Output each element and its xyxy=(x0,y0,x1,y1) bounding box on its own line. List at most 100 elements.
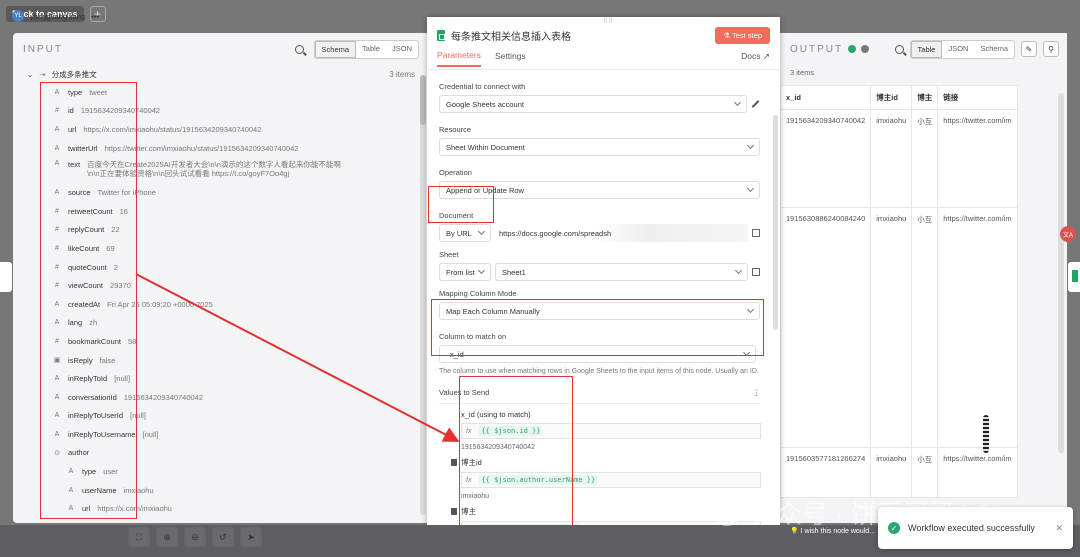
output-view-schema[interactable]: Schema xyxy=(974,41,1014,58)
field-type-icon: A xyxy=(68,468,74,476)
sheet-mode-select[interactable]: From list xyxy=(439,263,491,281)
fit-view-icon[interactable]: ⛶ xyxy=(128,527,150,547)
schema-field-likecount[interactable]: # likeCount 69 xyxy=(53,239,429,258)
document-mode-select[interactable]: By URL xyxy=(439,224,491,242)
field-type-icon: A xyxy=(54,319,60,327)
schema-field-createdat[interactable]: AcreatedAt Fri Apr 25 05:09:20 +0000 2025 xyxy=(53,295,429,314)
left-edge-tab[interactable] xyxy=(0,262,12,292)
field-value: 百度今天在Create2025AI开发者大会\n\n演示的这个数字人看起来你能不… xyxy=(87,160,341,179)
translate-badge[interactable]: 文A xyxy=(1060,226,1076,242)
more-options-icon[interactable]: ⋮ xyxy=(753,388,761,397)
zoom-out-icon[interactable]: ⊖ xyxy=(184,527,206,547)
google-sheets-icon xyxy=(437,30,445,41)
output-view-table[interactable]: Table xyxy=(910,40,943,58)
search-icon[interactable] xyxy=(894,44,904,54)
output-table: x_id 博主id 博主 链接 1915634209340740042 imxiaohu… xyxy=(780,85,1018,498)
schema-field-source[interactable]: Asource Twitter for iPhone xyxy=(53,183,429,202)
schema-field-author[interactable]: ⊙ author xyxy=(53,444,429,463)
docs-link[interactable]: Docs ↗ xyxy=(741,51,770,67)
field-key: lang xyxy=(68,318,83,328)
schema-field-url[interactable]: Aurl https://x.com/imxiaohu xyxy=(53,499,429,518)
more-icon[interactable]: ••• xyxy=(91,12,99,21)
field-key: source xyxy=(68,188,91,198)
trash-icon[interactable] xyxy=(451,508,457,515)
schema-field-quotecount[interactable]: # quoteCount 2 xyxy=(53,258,429,277)
input-view-toggle: Schema Table JSON xyxy=(313,39,419,59)
resource-select[interactable]: Sheet Within Document xyxy=(439,138,760,156)
column-header[interactable]: 博主 xyxy=(911,85,939,110)
expression-input[interactable]: fx{{ $json.author.userName }} xyxy=(461,472,761,488)
chevron-down-icon xyxy=(746,184,755,193)
open-external-icon[interactable] xyxy=(752,268,760,276)
credential-select[interactable]: Google Sheets account xyxy=(439,95,747,113)
schema-field-conversationid[interactable]: AconversationId 1915634209340740042 xyxy=(53,388,429,407)
info-icon[interactable] xyxy=(861,45,870,53)
mapping-select[interactable]: Map Each Column Manually xyxy=(439,302,760,320)
column-header[interactable]: x_id xyxy=(780,85,872,110)
expression-input[interactable]: fx{{ $json.id }} xyxy=(461,423,761,439)
schema-field-twitterurl[interactable]: AtwitterUrl https://twitter.com/imxiaohu/… xyxy=(53,139,429,158)
close-icon[interactable]: ✕ xyxy=(1055,523,1063,534)
schema-field-bookmarkcount[interactable]: # bookmarkCount 58 xyxy=(53,332,429,351)
field-key: url xyxy=(82,504,91,514)
operation-select[interactable]: Append or Update Row xyxy=(439,181,760,199)
table-cell: https://twitter.com/im xyxy=(937,447,1018,498)
input-view-table[interactable]: Table xyxy=(356,41,386,58)
schema-field-text[interactable]: Atext 百度今天在Create2025AI开发者大会\n\n演示的这个数字人看… xyxy=(53,157,429,183)
center-scrollbar[interactable] xyxy=(773,115,778,330)
pin-icon[interactable]: ⚲ xyxy=(1043,41,1059,57)
schema-field-username[interactable]: AuserName imxiaohu xyxy=(53,481,429,500)
field-key: url xyxy=(68,124,77,134)
pointer-icon[interactable]: ➤ xyxy=(240,527,262,547)
field-type-icon: A xyxy=(54,144,60,152)
schema-field-inreplytouserid[interactable]: AinReplyToUserId [null] xyxy=(53,407,429,426)
field-key: retweetCount xyxy=(68,206,113,216)
search-icon[interactable] xyxy=(294,44,304,54)
edit-pencil-icon[interactable]: ✎ xyxy=(1021,41,1037,57)
collapse-chevron-icon[interactable]: ⌄ xyxy=(27,70,33,79)
field-type-icon: A xyxy=(54,300,60,308)
zoom-in-icon[interactable]: ⊕ xyxy=(156,527,178,547)
tab-settings[interactable]: Settings xyxy=(495,51,526,66)
node-title[interactable]: 每条推文相关信息插入表格 xyxy=(451,28,571,43)
schema-field-inreplytoid[interactable]: AinReplyToId [null] xyxy=(53,369,429,388)
user-info[interactable]: YL yongguang liang ••• xyxy=(12,10,99,22)
undo-icon[interactable]: ↺ xyxy=(212,527,234,547)
column-header[interactable]: 链接 xyxy=(937,85,1018,110)
open-external-icon[interactable] xyxy=(752,229,760,237)
schema-field-isreply[interactable]: ▣ isReply false xyxy=(53,351,429,370)
tab-parameters[interactable]: Parameters xyxy=(437,50,481,67)
schema-field-url[interactable]: Aurl https://x.com/imxiaohu/status/191563… xyxy=(53,120,429,139)
schema-field-retweetcount[interactable]: # retweetCount 16 xyxy=(53,202,429,221)
schema-field-type[interactable]: Atype user xyxy=(53,462,429,481)
schema-field-id[interactable]: # id 1915634209340740042 xyxy=(53,102,429,121)
input-view-json[interactable]: JSON xyxy=(386,41,418,58)
output-view-json[interactable]: JSON xyxy=(942,41,974,58)
trash-icon[interactable] xyxy=(451,459,457,466)
resize-handle-icon[interactable] xyxy=(983,415,989,453)
schema-field-type[interactable]: Atype tweet xyxy=(53,83,429,102)
edit-credential-icon[interactable] xyxy=(751,100,760,108)
drag-handle[interactable]: ⠿⠿ xyxy=(597,17,619,25)
sheet-select[interactable]: Sheet1 xyxy=(495,263,748,281)
match-column-select[interactable]: x_id xyxy=(439,345,756,363)
field-value: [null] xyxy=(114,374,131,384)
schema-field-lang[interactable]: Alang zh xyxy=(53,314,429,333)
input-view-schema[interactable]: Schema xyxy=(314,40,357,58)
schema-field-replycount[interactable]: # replyCount 22 xyxy=(53,221,429,240)
field-type-icon: A xyxy=(54,430,60,438)
tree-root[interactable]: ⌄ ⇥ 分成多条推文 3 items xyxy=(13,65,429,83)
output-scrollbar[interactable] xyxy=(1058,93,1064,453)
test-step-button[interactable]: ⚗ Test step xyxy=(715,27,770,44)
field-value: 1915634209340740042 xyxy=(123,392,204,402)
field-value: https://x.com/imxiaohu xyxy=(97,504,172,514)
document-url-input[interactable]: https://docs.google.com/spreadsh xyxy=(495,224,748,242)
node-settings-panel: ⠿⠿ 每条推文相关信息插入表格 ⚗ Test step Parameters S… xyxy=(427,17,780,537)
column-header[interactable]: 博主id xyxy=(870,85,913,110)
schema-field-inreplytousername[interactable]: AinReplyToUsername [null] xyxy=(53,425,429,444)
schema-field-viewcount[interactable]: # viewCount 29370 xyxy=(53,276,429,295)
input-scrollbar[interactable] xyxy=(420,75,426,515)
table-cell: 小互 xyxy=(911,207,939,448)
field-type-icon: # xyxy=(55,207,59,215)
sheets-edge-tab[interactable] xyxy=(1068,262,1080,292)
